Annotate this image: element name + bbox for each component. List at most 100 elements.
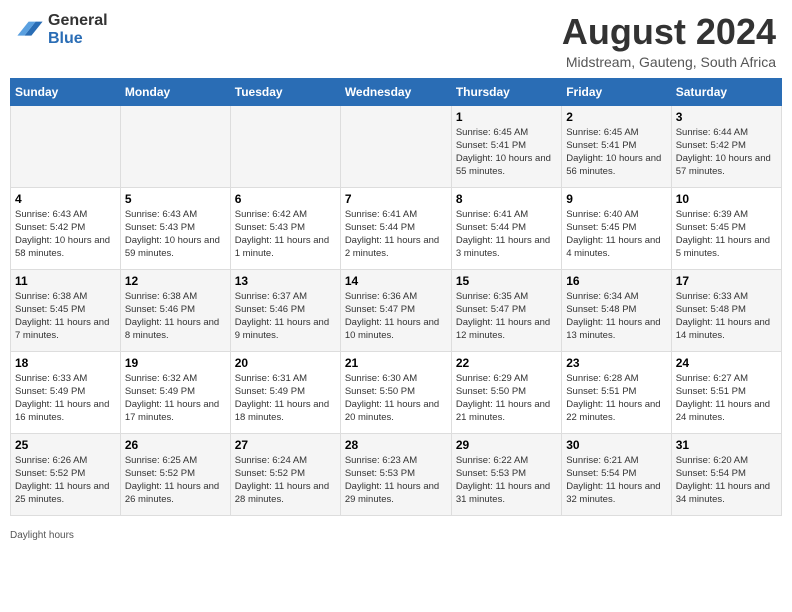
day-info: Sunrise: 6:33 AMSunset: 5:49 PMDaylight:… [15, 372, 116, 425]
day-info: Sunrise: 6:30 AMSunset: 5:50 PMDaylight:… [345, 372, 447, 425]
logo-general: General [48, 12, 108, 30]
day-number: 20 [235, 356, 336, 370]
day-of-week-header: Friday [562, 78, 671, 105]
day-number: 28 [345, 438, 447, 452]
calendar-cell: 11Sunrise: 6:38 AMSunset: 5:45 PMDayligh… [11, 269, 121, 351]
calendar-cell: 5 Sunrise: 6:43 AMSunset: 5:43 PMDaylight… [120, 187, 230, 269]
calendar-container: SundayMondayTuesdayWednesdayThursdayFrid… [0, 78, 792, 526]
day-number: 10 [676, 192, 777, 206]
calendar-cell: 30 Sunrise: 6:21 AMSunset: 5:54 PMDayligh… [562, 433, 671, 515]
day-number: 16 [566, 274, 666, 288]
day-info: Sunrise: 6:37 AMSunset: 5:46 PMDaylight:… [235, 290, 336, 343]
calendar-cell: 25 Sunrise: 6:26 AMSunset: 5:52 PMDayligh… [11, 433, 121, 515]
calendar-cell [120, 105, 230, 187]
day-of-week-header: Tuesday [230, 78, 340, 105]
day-of-week-header: Monday [120, 78, 230, 105]
day-number: 1 [456, 110, 557, 124]
day-info: Sunrise: 6:36 AMSunset: 5:47 PMDaylight:… [345, 290, 447, 343]
calendar-table: SundayMondayTuesdayWednesdayThursdayFrid… [10, 78, 782, 516]
day-number: 6 [235, 192, 336, 206]
day-number: 15 [456, 274, 557, 288]
calendar-cell: 21 Sunrise: 6:30 AMSunset: 5:50 PMDayligh… [340, 351, 451, 433]
day-number: 9 [566, 192, 666, 206]
calendar-cell: 8 Sunrise: 6:41 AMSunset: 5:44 PMDaylight… [451, 187, 561, 269]
day-number: 3 [676, 110, 777, 124]
calendar-cell [230, 105, 340, 187]
day-info: Sunrise: 6:45 AMSunset: 5:41 PMDaylight:… [566, 126, 666, 179]
calendar-cell: 7 Sunrise: 6:41 AMSunset: 5:44 PMDaylight… [340, 187, 451, 269]
calendar-cell: 4Sunrise: 6:43 AMSunset: 5:42 PMDaylight… [11, 187, 121, 269]
day-number: 21 [345, 356, 447, 370]
calendar-cell: 3 Sunrise: 6:44 AMSunset: 5:42 PMDaylight… [671, 105, 781, 187]
calendar-week-row: 18 Sunrise: 6:33 AMSunset: 5:49 PMDayligh… [11, 351, 782, 433]
day-of-week-header: Saturday [671, 78, 781, 105]
calendar-cell: 12Sunrise: 6:38 AMSunset: 5:46 PMDayligh… [120, 269, 230, 351]
day-info: Sunrise: 6:27 AMSunset: 5:51 PMDaylight:… [676, 372, 777, 425]
day-info: Sunrise: 6:20 AMSunset: 5:54 PMDaylight:… [676, 454, 777, 507]
day-info: Sunrise: 6:25 AMSunset: 5:52 PMDaylight:… [125, 454, 226, 507]
day-number: 2 [566, 110, 666, 124]
calendar-cell: 24 Sunrise: 6:27 AMSunset: 5:51 PMDayligh… [671, 351, 781, 433]
logo-blue: Blue [48, 30, 108, 48]
day-info: Sunrise: 6:43 AMSunset: 5:43 PMDaylight:… [125, 208, 226, 261]
generalblue-logo-icon [16, 16, 44, 44]
day-info: Sunrise: 6:41 AMSunset: 5:44 PMDaylight:… [456, 208, 557, 261]
calendar-week-row: 4Sunrise: 6:43 AMSunset: 5:42 PMDaylight… [11, 187, 782, 269]
day-number: 5 [125, 192, 226, 206]
location-title: Midstream, Gauteng, South Africa [562, 54, 776, 70]
calendar-cell: 29Sunrise: 6:22 AMSunset: 5:53 PMDayligh… [451, 433, 561, 515]
day-number: 29 [456, 438, 557, 452]
day-info: Sunrise: 6:45 AMSunset: 5:41 PMDaylight:… [456, 126, 557, 179]
calendar-cell: 6 Sunrise: 6:42 AMSunset: 5:43 PMDaylight… [230, 187, 340, 269]
day-number: 13 [235, 274, 336, 288]
logo-text: General Blue [48, 12, 108, 47]
day-number: 18 [15, 356, 116, 370]
calendar-cell: 14Sunrise: 6:36 AMSunset: 5:47 PMDayligh… [340, 269, 451, 351]
day-info: Sunrise: 6:42 AMSunset: 5:43 PMDaylight:… [235, 208, 336, 261]
day-info: Sunrise: 6:41 AMSunset: 5:44 PMDaylight:… [345, 208, 447, 261]
calendar-week-row: 25 Sunrise: 6:26 AMSunset: 5:52 PMDayligh… [11, 433, 782, 515]
day-number: 8 [456, 192, 557, 206]
day-number: 12 [125, 274, 226, 288]
day-number: 31 [676, 438, 777, 452]
day-info: Sunrise: 6:23 AMSunset: 5:53 PMDaylight:… [345, 454, 447, 507]
day-number: 23 [566, 356, 666, 370]
calendar-cell: 19Sunrise: 6:32 AMSunset: 5:49 PMDayligh… [120, 351, 230, 433]
calendar-cell: 27Sunrise: 6:24 AMSunset: 5:52 PMDayligh… [230, 433, 340, 515]
day-of-week-header: Thursday [451, 78, 561, 105]
day-info: Sunrise: 6:43 AMSunset: 5:42 PMDaylight:… [15, 208, 116, 261]
title-area: August 2024 Midstream, Gauteng, South Af… [562, 12, 776, 70]
day-info: Sunrise: 6:21 AMSunset: 5:54 PMDaylight:… [566, 454, 666, 507]
calendar-cell: 20Sunrise: 6:31 AMSunset: 5:49 PMDayligh… [230, 351, 340, 433]
logo: General Blue [16, 12, 108, 47]
calendar-cell: 26 Sunrise: 6:25 AMSunset: 5:52 PMDayligh… [120, 433, 230, 515]
calendar-cell: 22Sunrise: 6:29 AMSunset: 5:50 PMDayligh… [451, 351, 561, 433]
calendar-cell: 15 Sunrise: 6:35 AMSunset: 5:47 PMDayligh… [451, 269, 561, 351]
header: General Blue August 2024 Midstream, Gaut… [0, 0, 792, 78]
calendar-cell: 18 Sunrise: 6:33 AMSunset: 5:49 PMDayligh… [11, 351, 121, 433]
day-number: 24 [676, 356, 777, 370]
day-info: Sunrise: 6:34 AMSunset: 5:48 PMDaylight:… [566, 290, 666, 343]
footer-note: Daylight hours [0, 526, 792, 545]
day-number: 19 [125, 356, 226, 370]
calendar-week-row: 11Sunrise: 6:38 AMSunset: 5:45 PMDayligh… [11, 269, 782, 351]
calendar-cell [340, 105, 451, 187]
day-info: Sunrise: 6:44 AMSunset: 5:42 PMDaylight:… [676, 126, 777, 179]
month-title: August 2024 [562, 12, 776, 52]
calendar-cell: 13 Sunrise: 6:37 AMSunset: 5:46 PMDayligh… [230, 269, 340, 351]
calendar-cell: 17Sunrise: 6:33 AMSunset: 5:48 PMDayligh… [671, 269, 781, 351]
day-number: 30 [566, 438, 666, 452]
calendar-cell [11, 105, 121, 187]
day-info: Sunrise: 6:33 AMSunset: 5:48 PMDaylight:… [676, 290, 777, 343]
day-info: Sunrise: 6:40 AMSunset: 5:45 PMDaylight:… [566, 208, 666, 261]
day-number: 26 [125, 438, 226, 452]
day-number: 11 [15, 274, 116, 288]
day-of-week-header: Wednesday [340, 78, 451, 105]
calendar-cell: 9 Sunrise: 6:40 AMSunset: 5:45 PMDaylight… [562, 187, 671, 269]
day-number: 25 [15, 438, 116, 452]
day-info: Sunrise: 6:26 AMSunset: 5:52 PMDaylight:… [15, 454, 116, 507]
calendar-cell: 1 Sunrise: 6:45 AMSunset: 5:41 PMDaylight… [451, 105, 561, 187]
calendar-cell: 31 Sunrise: 6:20 AMSunset: 5:54 PMDayligh… [671, 433, 781, 515]
day-info: Sunrise: 6:35 AMSunset: 5:47 PMDaylight:… [456, 290, 557, 343]
day-number: 7 [345, 192, 447, 206]
